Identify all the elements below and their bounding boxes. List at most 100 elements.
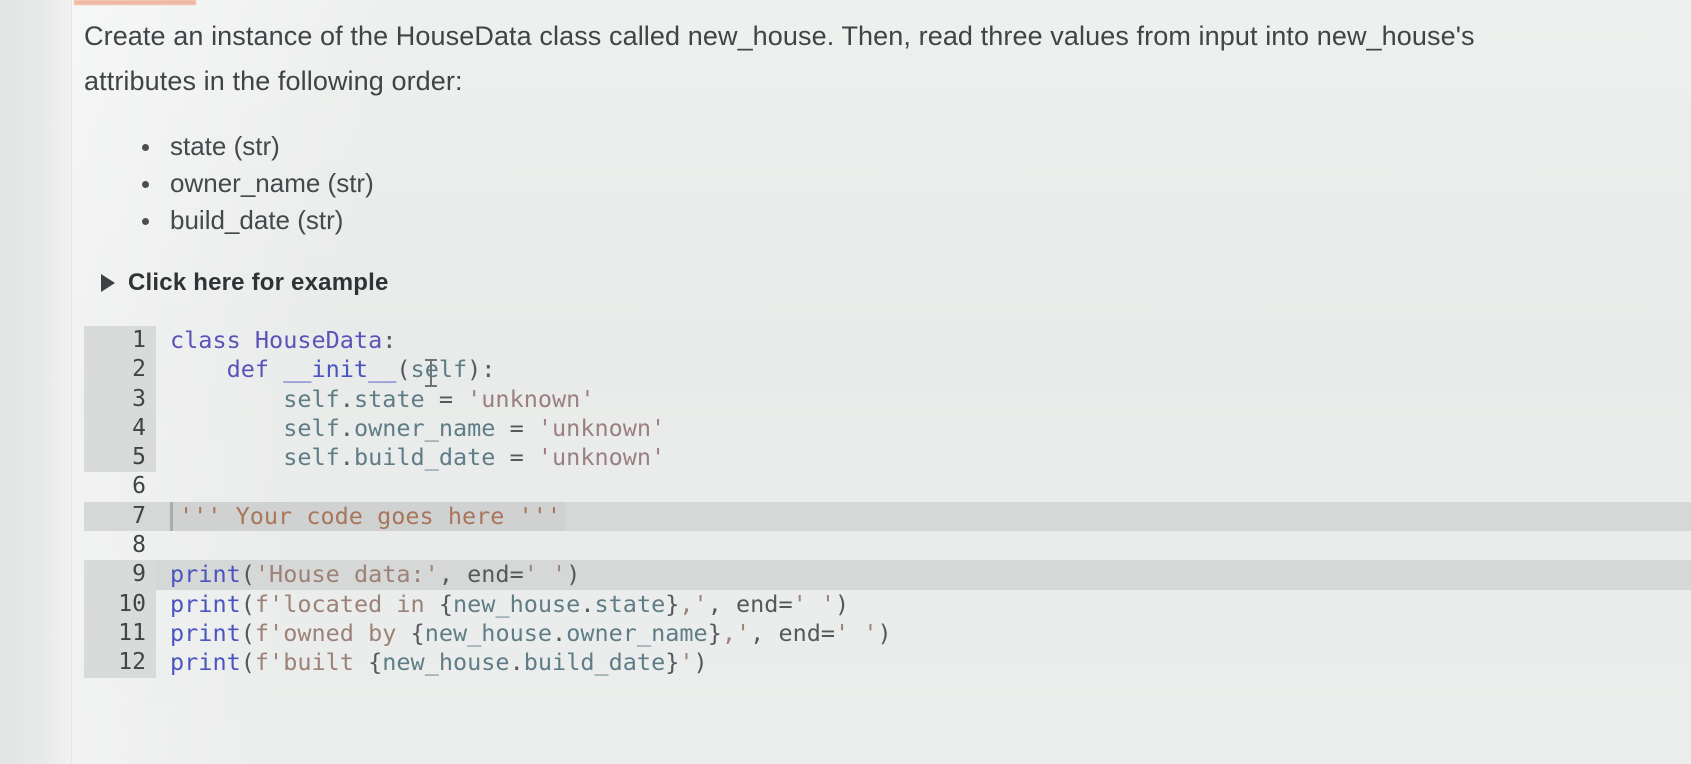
token-self: self [283,443,340,472]
token-string: 'House data:' [254,560,439,589]
token-funcname: print [170,618,241,647]
token-punctuation: ): [467,355,496,384]
list-item: build_date (str) [142,202,1671,239]
token-self: self [410,355,468,384]
line-number: 1 [84,326,156,356]
token-punctuation: ( [240,618,255,647]
token-comma: , [707,589,736,618]
token-brace: { [368,648,383,677]
token-comma: , [750,618,779,647]
your-code-placeholder[interactable]: ''' Your code goes here ''' [170,501,566,532]
token-funcname: print [170,648,241,677]
token-punctuation: ( [240,648,255,677]
token-punctuation: ) [835,589,850,618]
token-fstring-end: ,' [679,589,708,618]
code-text[interactable]: print(f'owned by {new_house.owner_name},… [156,619,892,648]
token-attribute: owner_name [353,413,496,442]
token-brace: } [665,589,680,618]
token-brace: } [665,648,680,677]
token-attribute: build_date [353,443,496,472]
token-fstring: f'owned by [254,618,411,647]
token-attribute: owner_name [566,618,708,647]
code-line: 2 def __init__(self): [84,355,1691,385]
token-punctuation: ( [396,355,411,384]
line-number: 3 [84,384,156,414]
code-text[interactable]: ''' Your code goes here ''' [156,501,566,532]
token-funcname: __init__ [269,355,397,384]
token-string: ' ' [523,560,567,589]
triangle-right-icon [101,274,115,292]
token-kwarg: end= [778,618,836,647]
page-left-margin [0,0,72,764]
code-text[interactable]: print('House data:', end=' ') [156,560,580,589]
token-dot: . [552,618,567,647]
code-text[interactable]: def __init__(self): [156,355,496,384]
code-line: 3 self.state = 'unknown' [84,384,1691,414]
token-operator: = [424,384,468,413]
token-dot: . [339,384,354,413]
code-text[interactable]: class HouseData: [156,326,396,355]
token-self: self [283,413,340,442]
line-number: 9 [84,560,156,590]
token-brace: { [410,618,425,647]
token-kwarg: end= [736,589,793,618]
token-string: 'unknown' [467,384,595,413]
code-text[interactable]: self.state = 'unknown' [156,385,594,414]
token-comma: , [438,560,468,589]
token-dot: . [580,589,595,618]
token-operator: = [495,443,538,472]
token-string: ' ' [792,589,836,618]
token-brace: } [707,618,722,647]
token-attribute: state [353,384,425,413]
token-self: self [283,384,340,413]
code-line: 12 print(f'built {new_house.build_date}'… [84,648,1691,678]
token-punctuation: ) [693,648,708,677]
line-number: 4 [84,413,156,444]
code-text[interactable]: print(f'located in {new_house.state},', … [156,590,849,619]
line-number: 11 [84,618,156,649]
code-line: 1 class HouseData: [84,326,1691,356]
content-area: Create an instance of the HouseData clas… [84,14,1691,764]
line-number: 12 [84,648,156,678]
token-dot: . [509,648,524,677]
token-attribute: build_date [523,648,666,677]
code-line: 5 self.build_date = 'unknown' [84,443,1691,473]
top-accent-bar [74,0,196,5]
token-punctuation: : [382,326,397,354]
page-title: Create an instance of the HouseData clas… [84,21,1475,96]
token-brace: { [438,589,453,618]
token-kwarg: end= [467,560,524,589]
example-disclosure-toggle[interactable]: Click here for example [84,269,389,297]
token-fstring: f'built [254,648,369,677]
token-string: 'unknown' [537,443,666,472]
token-fstring-end: ' [679,648,694,677]
attributes-list: state (str) owner_name (str) build_date … [84,128,1671,239]
line-number: 5 [84,443,156,473]
code-text[interactable]: print(f'built {new_house.build_date}') [156,648,708,677]
token-dot: . [339,413,354,442]
example-disclosure-label: Click here for example [128,269,389,296]
list-item: owner_name (str) [142,165,1671,202]
token-object: new_house [424,618,553,647]
token-punctuation: ( [240,589,255,618]
token-keyword: class [170,326,241,354]
token-funcname: print [170,589,241,618]
token-object: new_house [453,589,581,618]
token-punctuation: ) [566,560,581,589]
code-line: 9 print('House data:', end=' ') [84,560,1691,590]
code-text[interactable]: self.build_date = 'unknown' [156,443,665,472]
code-line-editable[interactable]: 8 [84,531,1691,560]
token-object: new_house [382,648,510,677]
token-fstring-end: ,' [721,618,751,647]
token-string: 'unknown' [537,413,666,442]
list-item: state (str) [142,128,1671,165]
code-line: 11 print(f'owned by {new_house.owner_nam… [84,618,1691,649]
code-line-editable[interactable]: 6 [84,472,1691,501]
token-operator: = [495,413,538,442]
code-editor[interactable]: 1 class HouseData: 2 def __init__(self):… [84,326,1691,764]
token-classname: HouseData [240,326,383,354]
code-line-editable[interactable]: 7 ''' Your code goes here ''' [84,501,1691,532]
code-text[interactable]: self.owner_name = 'unknown' [156,414,665,443]
